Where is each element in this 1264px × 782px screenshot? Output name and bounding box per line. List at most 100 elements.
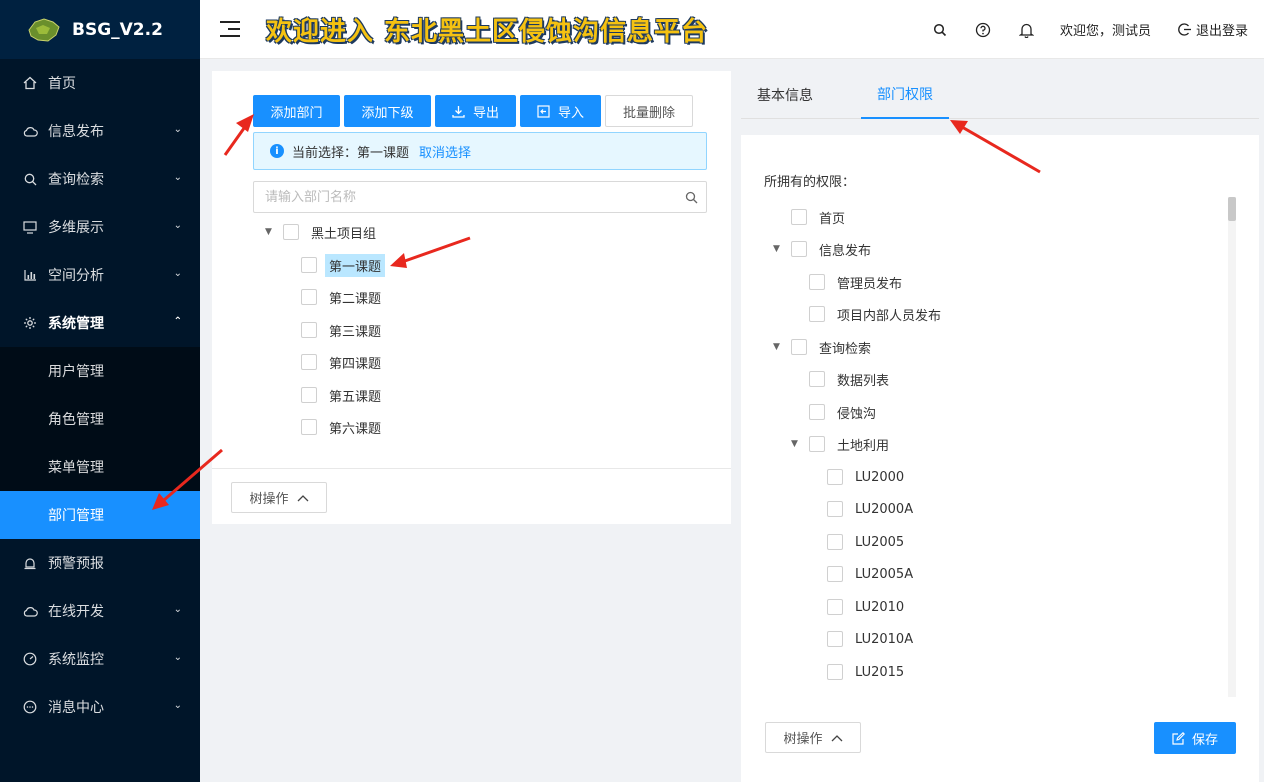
add-child-button[interactable]: 添加下级 xyxy=(344,95,431,127)
tree-checkbox[interactable] xyxy=(791,241,807,257)
tree-checkbox[interactable] xyxy=(827,469,843,485)
department-tree-panel: 添加部门 添加下级 导出 导入 批量删除 i 当前选择： 第一课题 取消选择 ▼… xyxy=(212,71,731,524)
tree-checkbox[interactable] xyxy=(809,306,825,322)
tree-operations-button[interactable]: 树操作 xyxy=(231,482,327,513)
tree-checkbox[interactable] xyxy=(809,274,825,290)
tree-checkbox[interactable] xyxy=(791,209,807,225)
chevron-down-icon: ⌄ xyxy=(173,172,182,183)
welcome-text: 欢迎您，测试员 xyxy=(1059,24,1151,39)
perm-node: 数据列表 xyxy=(809,367,893,391)
tree-node-label[interactable]: 第六课题 xyxy=(325,416,385,439)
perm-node-label[interactable]: LU2005 xyxy=(851,533,908,552)
import-button[interactable]: 导入 xyxy=(520,95,601,127)
perm-node-label[interactable]: LU2000A xyxy=(851,500,917,519)
tree-checkbox[interactable] xyxy=(301,322,317,338)
tree-checkbox[interactable] xyxy=(827,534,843,550)
chevron-up-icon xyxy=(297,494,308,501)
tree-node-label[interactable]: 黑土项目组 xyxy=(307,221,380,244)
tree-node-label[interactable]: 第四课题 xyxy=(325,351,385,374)
perm-node-label[interactable]: LU2000 xyxy=(851,468,908,487)
caret-down-icon[interactable]: ▼ xyxy=(773,342,783,352)
scrollbar-thumb[interactable] xyxy=(1228,197,1236,221)
sidebar-item-label: 部门管理 xyxy=(48,508,104,524)
sidebar-item-messages[interactable]: 消息中心 ⌄ xyxy=(0,683,200,731)
tree-checkbox[interactable] xyxy=(301,419,317,435)
perm-node-label[interactable]: LU2010A xyxy=(851,630,917,649)
message-icon xyxy=(22,699,38,715)
tree-checkbox[interactable] xyxy=(827,501,843,517)
save-label: 保存 xyxy=(1191,732,1218,748)
department-search-input[interactable] xyxy=(254,182,676,212)
tree-node-label[interactable]: 第三课题 xyxy=(325,319,385,342)
edit-icon xyxy=(1172,731,1185,745)
perm-node-label[interactable]: 项目内部人员发布 xyxy=(833,303,945,326)
search-icon[interactable] xyxy=(933,23,947,37)
permission-title: 所拥有的权限： xyxy=(764,175,856,190)
export-button[interactable]: 导出 xyxy=(435,95,516,127)
sidebar-item-menus[interactable]: 菜单管理 xyxy=(0,443,200,491)
sidebar-item-departments[interactable]: 部门管理 xyxy=(0,491,200,539)
help-icon[interactable] xyxy=(975,22,991,38)
info-icon: i xyxy=(270,144,284,158)
cancel-selection-link[interactable]: 取消选择 xyxy=(419,142,471,161)
sidebar-item-users[interactable]: 用户管理 xyxy=(0,347,200,395)
tree-checkbox[interactable] xyxy=(283,224,299,240)
tree-node: 第五课题 xyxy=(301,383,385,407)
left-footer: 树操作 xyxy=(212,468,731,524)
sidebar-item-spatial[interactable]: 空间分析 ⌄ xyxy=(0,251,200,299)
tab-department-permissions[interactable]: 部门权限 xyxy=(861,71,949,119)
sidebar-item-warning[interactable]: 预警预报 xyxy=(0,539,200,587)
menu-fold-icon[interactable] xyxy=(220,21,240,37)
perm-node-label[interactable]: 查询检索 xyxy=(815,336,875,359)
perm-node-label[interactable]: 首页 xyxy=(815,206,849,229)
caret-down-icon[interactable]: ▼ xyxy=(773,244,783,254)
add-department-button[interactable]: 添加部门 xyxy=(253,95,340,127)
tree-checkbox[interactable] xyxy=(827,566,843,582)
tree-checkbox[interactable] xyxy=(827,664,843,680)
sidebar-item-roles[interactable]: 角色管理 xyxy=(0,395,200,443)
tree-checkbox[interactable] xyxy=(809,404,825,420)
bar-chart-icon xyxy=(22,267,38,283)
perm-node-label[interactable]: LU2010 xyxy=(851,598,908,617)
logout-button[interactable]: 退出登录 xyxy=(1177,20,1248,39)
sidebar-item-publish[interactable]: 信息发布 ⌄ xyxy=(0,107,200,155)
bell-icon[interactable] xyxy=(1018,22,1034,38)
perm-node-label[interactable]: 数据列表 xyxy=(833,368,893,391)
sidebar-item-dev[interactable]: 在线开发 ⌄ xyxy=(0,587,200,635)
perm-node-label[interactable]: 土地利用 xyxy=(833,433,893,456)
perm-node-label[interactable]: 侵蚀沟 xyxy=(833,401,880,424)
perm-node-label[interactable]: 管理员发布 xyxy=(833,271,906,294)
tree-checkbox[interactable] xyxy=(301,354,317,370)
sidebar-item-home[interactable]: 首页 xyxy=(0,59,200,107)
sidebar-item-system[interactable]: 系统管理 ⌃ xyxy=(0,299,200,347)
tree-checkbox[interactable] xyxy=(791,339,807,355)
perm-node-label[interactable]: 信息发布 xyxy=(815,238,875,261)
tree-node-label[interactable]: 第一课题 xyxy=(325,253,386,277)
tree-checkbox[interactable] xyxy=(827,599,843,615)
export-label: 导出 xyxy=(472,105,499,121)
tree-checkbox[interactable] xyxy=(809,436,825,452)
header: 欢迎进入 东北黑土区侵蚀沟信息平台 欢迎您，测试员 退出登录 xyxy=(200,0,1264,59)
sidebar-item-display[interactable]: 多维展示 ⌄ xyxy=(0,203,200,251)
perm-node-label[interactable]: LU2005A xyxy=(851,565,917,584)
batch-delete-button[interactable]: 批量删除 xyxy=(605,95,693,127)
tree-node-label[interactable]: 第二课题 xyxy=(325,286,385,309)
caret-down-icon[interactable]: ▼ xyxy=(791,439,801,449)
sidebar-item-monitor[interactable]: 系统监控 ⌄ xyxy=(0,635,200,683)
tree-operations-button[interactable]: 树操作 xyxy=(765,722,861,753)
perm-node: LU2005A xyxy=(827,562,917,586)
tree-checkbox[interactable] xyxy=(301,387,317,403)
tree-checkbox[interactable] xyxy=(301,257,317,273)
tree-node-label[interactable]: 第五课题 xyxy=(325,384,385,407)
tree-checkbox[interactable] xyxy=(301,289,317,305)
permission-scrollbar[interactable] xyxy=(1228,197,1236,697)
tree-checkbox[interactable] xyxy=(827,631,843,647)
perm-node: LU2000 xyxy=(827,465,908,489)
caret-down-icon[interactable]: ▼ xyxy=(265,227,275,237)
perm-node-label[interactable]: LU2015 xyxy=(851,663,908,682)
search-icon[interactable] xyxy=(676,191,706,204)
save-button[interactable]: 保存 xyxy=(1154,722,1236,754)
tree-checkbox[interactable] xyxy=(809,371,825,387)
tab-basic-info[interactable]: 基本信息 xyxy=(741,71,829,119)
sidebar-item-query[interactable]: 查询检索 ⌄ xyxy=(0,155,200,203)
